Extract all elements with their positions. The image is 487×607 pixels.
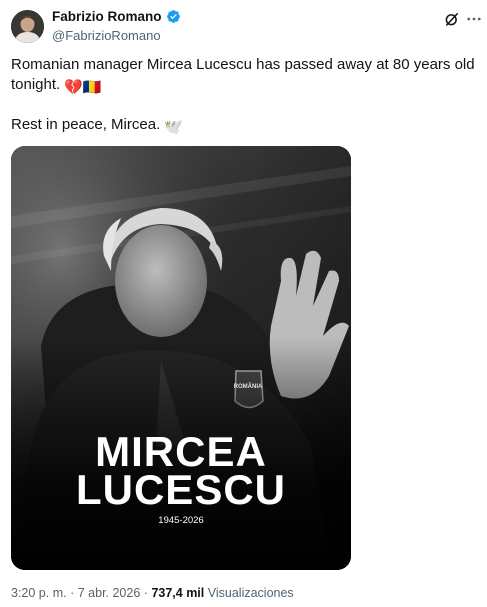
tweet-text-line-1: Romanian manager Mircea Lucescu has pass… [11, 56, 475, 73]
author-display-name[interactable]: Fabrizio Romano [52, 9, 162, 24]
tweet-text-line-2-words: tonight. [11, 76, 61, 93]
grok-icon[interactable] [443, 10, 461, 28]
more-options-icon[interactable] [465, 10, 483, 28]
verified-badge-icon [166, 10, 180, 23]
memorial-name-line-2: LUCESCU [76, 466, 286, 513]
tweet-media-image[interactable]: ROMÂNIA MIRCEA LUCESCU 1945-2026 [11, 146, 351, 570]
broken-heart-romania-flag-emoji: 💔🇷🇴 [64, 79, 102, 96]
memorial-years: 1945-2026 [158, 515, 203, 526]
tweet-text-line-3-words: Rest in peace, Mircea. [11, 116, 161, 133]
tweet: Fabrizio Romano @FabrizioRomano Romanian… [0, 0, 487, 607]
views-count: 737,4 mil [151, 586, 205, 600]
badge-text: ROMÂNIA [234, 383, 263, 390]
author-handle[interactable]: @FabrizioRomano [52, 28, 161, 43]
tweet-text-line-3: Rest in peace, Mircea. 🕊️ [11, 115, 183, 138]
tweet-date[interactable]: 7 abr. 2026 [78, 586, 141, 600]
tweet-time[interactable]: 3:20 p. m. [11, 586, 67, 600]
memorial-portrait: ROMÂNIA MIRCEA LUCESCU 1945-2026 [11, 146, 351, 570]
author-avatar[interactable] [11, 10, 44, 43]
author-name-row: Fabrizio Romano [52, 9, 181, 24]
tweet-text-line-2: tonight. 💔🇷🇴 [11, 75, 102, 98]
dove-emoji: 🕊️ [164, 119, 183, 136]
meta-separator: · [143, 586, 148, 600]
meta-separator: · [70, 586, 75, 600]
tweet-metadata: 3:20 p. m. · 7 abr. 2026 · 737,4 mil Vis… [11, 586, 294, 600]
views-label: Visualizaciones [207, 586, 294, 600]
